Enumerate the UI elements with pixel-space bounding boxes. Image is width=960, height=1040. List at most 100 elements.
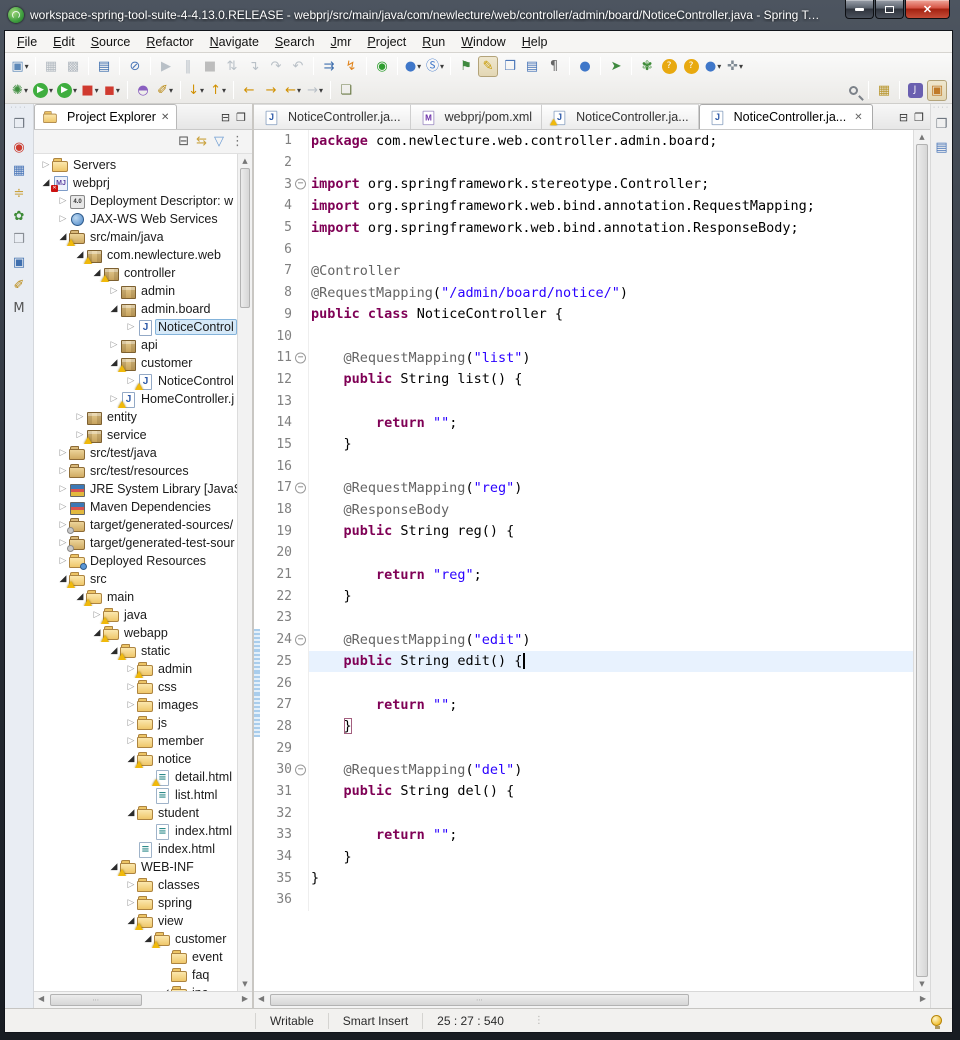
line-number[interactable]: 28: [260, 719, 292, 734]
restart-icon[interactable]: ↯: [341, 56, 361, 77]
expander-icon[interactable]: ◢: [125, 808, 137, 818]
scrollbar-thumb[interactable]: [240, 168, 250, 308]
dropdown-arrow-icon[interactable]: ▾: [24, 86, 28, 95]
gradle-view-icon[interactable]: ✿: [9, 207, 29, 225]
expander-icon[interactable]: ▷: [57, 556, 69, 566]
tree-item-admin[interactable]: ▷ admin: [34, 282, 237, 300]
code-line-18[interactable]: 18 @ResponseBody: [254, 498, 913, 521]
scroll-down-icon[interactable]: ▼: [238, 980, 252, 988]
boot-dashboard-icon[interactable]: ◉: [9, 138, 29, 156]
line-number[interactable]: 32: [260, 806, 292, 821]
expander-icon[interactable]: ▷: [125, 898, 137, 908]
code-text[interactable]: [308, 607, 913, 629]
show-view-icon[interactable]: ▤: [522, 56, 542, 77]
restore-views-icon[interactable]: ❐: [9, 115, 29, 133]
snippets-view-icon[interactable]: ❒: [9, 230, 29, 248]
line-number[interactable]: 23: [260, 610, 292, 625]
code-line-26[interactable]: 26: [254, 672, 913, 694]
globe-icon[interactable]: ●: [575, 56, 595, 77]
code-text[interactable]: }: [308, 845, 913, 868]
menu-item-window[interactable]: Window: [453, 33, 513, 51]
scroll-up-icon[interactable]: ▲: [238, 157, 252, 165]
close-button[interactable]: ✕: [905, 0, 950, 19]
dropdown-arrow-icon[interactable]: ▾: [95, 86, 99, 95]
lightbulb-icon[interactable]: [931, 1015, 942, 1029]
code-line-23[interactable]: 23: [254, 607, 913, 629]
code-text[interactable]: public String reg() {: [308, 520, 913, 543]
code-line-29[interactable]: 29: [254, 737, 913, 759]
spring-perspective-icon[interactable]: ▣: [927, 79, 947, 101]
editor-tab-1[interactable]: NoticeController.ja...: [254, 104, 411, 129]
restore-views-icon[interactable]: ❐: [932, 115, 952, 133]
menu-item-source[interactable]: Source: [83, 33, 139, 51]
tree-item-servers[interactable]: ▷ Servers: [34, 156, 237, 174]
code-line-35[interactable]: 35}: [254, 867, 913, 890]
code-text[interactable]: [308, 737, 913, 759]
tree-item-customer[interactable]: ◢ customer: [34, 930, 237, 948]
code-text[interactable]: public class NoticeController {: [308, 303, 913, 326]
code-text[interactable]: [308, 889, 913, 911]
code-text[interactable]: @RequestMapping("list"): [308, 346, 913, 369]
code-text[interactable]: [308, 802, 913, 824]
scrollbar-thumb[interactable]: ⋯: [50, 994, 142, 1006]
menu-item-refactor[interactable]: Refactor: [138, 33, 201, 51]
code-text[interactable]: import org.springframework.web.bind.anno…: [308, 216, 913, 239]
line-number[interactable]: 19: [260, 524, 292, 539]
help-coin-icon[interactable]: ?: [659, 56, 679, 77]
terminate-icon[interactable]: ■: [200, 56, 220, 77]
dropdown-arrow-icon[interactable]: ▾: [222, 86, 226, 95]
menu-item-help[interactable]: Help: [514, 33, 556, 51]
code-line-31[interactable]: 31 public String del() {: [254, 780, 913, 803]
maximize-editor-icon[interactable]: ❐: [914, 111, 924, 124]
step-into-icon[interactable]: ↴: [244, 56, 264, 77]
line-number[interactable]: 12: [260, 372, 292, 387]
scroll-right-icon[interactable]: ▶: [242, 994, 248, 1003]
expander-icon[interactable]: ▷: [125, 700, 137, 710]
search-icon[interactable]: [843, 80, 863, 101]
expander-icon[interactable]: ▷: [125, 682, 137, 692]
dropdown-arrow-icon[interactable]: ▾: [73, 86, 77, 95]
tree-item-admin-board[interactable]: ◢ admin.board: [34, 300, 237, 318]
tree-item-inc[interactable]: ◢inc: [34, 984, 237, 991]
code-line-21[interactable]: 21 return "reg";: [254, 563, 913, 586]
line-number[interactable]: 29: [260, 741, 292, 756]
code-text[interactable]: [308, 325, 913, 347]
code-text[interactable]: @RequestMapping("del"): [308, 758, 913, 781]
menu-item-run[interactable]: Run: [414, 33, 453, 51]
line-number[interactable]: 6: [260, 242, 292, 257]
editor-tab-2[interactable]: webprj/pom.xml: [410, 104, 543, 129]
line-number[interactable]: 34: [260, 849, 292, 864]
line-number[interactable]: 36: [260, 892, 292, 907]
code-line-13[interactable]: 13: [254, 390, 913, 412]
line-number[interactable]: 26: [260, 676, 292, 691]
code-text[interactable]: @ResponseBody: [308, 498, 913, 521]
code-text[interactable]: }: [308, 867, 913, 890]
explorer-vertical-scrollbar[interactable]: ▲ ▼: [237, 154, 252, 991]
line-number[interactable]: 1: [260, 133, 292, 148]
line-number[interactable]: 13: [260, 394, 292, 409]
maximize-button[interactable]: [875, 0, 904, 19]
open-artifact-icon[interactable]: ◓: [133, 80, 153, 101]
code-line-7[interactable]: 7 @Controller: [254, 260, 913, 282]
scroll-left-icon[interactable]: ◀: [38, 994, 44, 1003]
dropdown-arrow-icon[interactable]: ▾: [440, 62, 444, 71]
tab-project-explorer[interactable]: Project Explorer ✕: [34, 104, 178, 129]
expander-icon[interactable]: ▷: [125, 880, 137, 890]
tree-item-target-generated-test-sour[interactable]: ▷ target/generated-test-sour: [34, 534, 237, 552]
line-number[interactable]: 35: [260, 871, 292, 886]
code-text[interactable]: package com.newlecture.web.controller.ad…: [308, 130, 913, 152]
expander-icon[interactable]: ▷: [57, 484, 69, 494]
code-text[interactable]: }: [308, 433, 913, 456]
tree-item-src[interactable]: ◢ src: [34, 570, 237, 588]
code-text[interactable]: return "";: [308, 824, 913, 846]
code-line-2[interactable]: 2: [254, 151, 913, 174]
jmeter-leaf-icon[interactable]: ✾: [637, 56, 657, 77]
tree-item-view[interactable]: ◢ view: [34, 912, 237, 930]
menu-item-project[interactable]: Project: [359, 33, 414, 51]
tree-item-target-generated-sources[interactable]: ▷ target/generated-sources/: [34, 516, 237, 534]
dropdown-arrow-icon[interactable]: ▾: [169, 86, 173, 95]
scroll-up-icon[interactable]: ▲: [914, 133, 930, 141]
code-text[interactable]: @RequestMapping("edit"): [308, 628, 913, 651]
tree-item-student[interactable]: ◢ student: [34, 804, 237, 822]
code-editor[interactable]: 1 package com.newlecture.web.controller.a…: [254, 130, 913, 991]
